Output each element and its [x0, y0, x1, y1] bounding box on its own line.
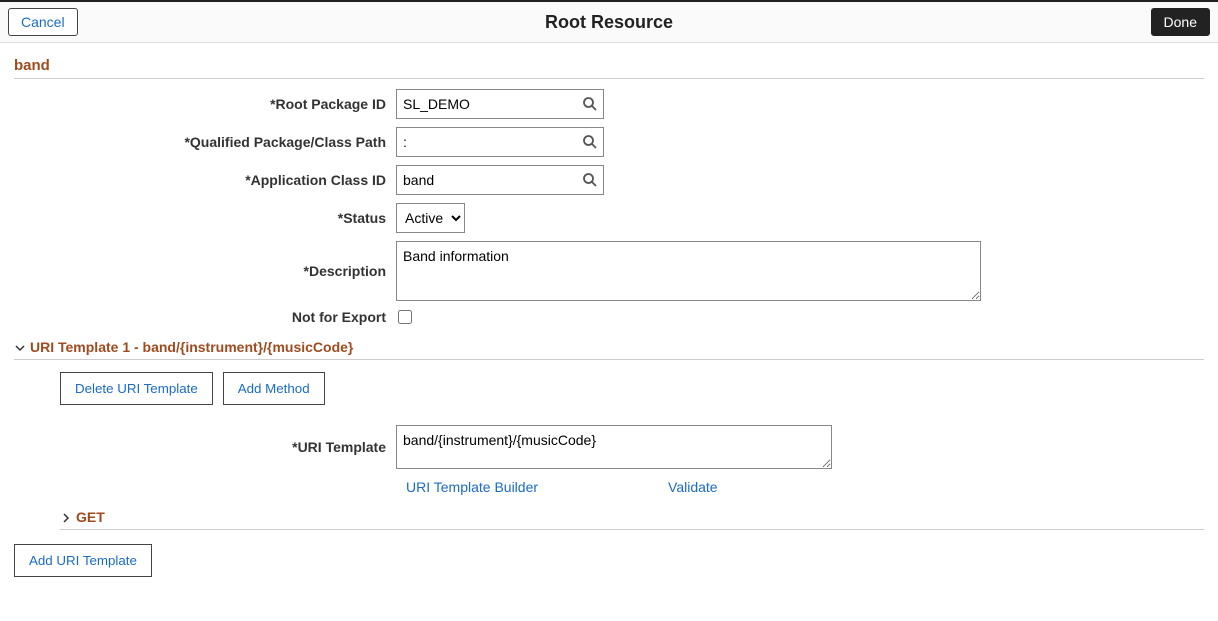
- app-class-id-lookup: [396, 165, 604, 195]
- divider: [14, 78, 1204, 79]
- description-label: *Description: [0, 263, 396, 279]
- done-button[interactable]: Done: [1151, 8, 1210, 36]
- root-package-id-lookup: [396, 89, 604, 119]
- qualified-path-label: *Qualified Package/Class Path: [0, 134, 396, 150]
- uri-template-buttons: Delete URI Template Add Method: [0, 360, 1218, 417]
- qualified-path-lookup: [396, 127, 604, 157]
- add-uri-template-button[interactable]: Add URI Template: [14, 544, 152, 577]
- row-status: *Status Active: [0, 203, 1218, 233]
- page-title: Root Resource: [545, 12, 673, 33]
- method-section-header[interactable]: GET: [0, 495, 1218, 529]
- footer-actions: Add URI Template: [0, 530, 1218, 591]
- row-root-package-id: *Root Package ID: [0, 89, 1218, 119]
- row-uri-template: *URI Template: [0, 425, 1218, 469]
- row-qualified-path: *Qualified Package/Class Path: [0, 127, 1218, 157]
- header-bar: Cancel Root Resource Done: [0, 0, 1218, 43]
- app-class-id-input[interactable]: [396, 165, 604, 195]
- row-not-for-export: Not for Export: [0, 309, 1218, 325]
- not-for-export-label: Not for Export: [0, 309, 396, 325]
- search-icon[interactable]: [582, 172, 598, 188]
- app-class-id-label: *Application Class ID: [0, 172, 396, 188]
- uri-template-builder-link[interactable]: URI Template Builder: [406, 479, 538, 495]
- description-textarea[interactable]: [396, 241, 981, 301]
- uri-template-section-title: URI Template 1 - band/{instrument}/{musi…: [30, 339, 353, 355]
- delete-uri-template-button[interactable]: Delete URI Template: [60, 372, 213, 405]
- root-package-id-input[interactable]: [396, 89, 604, 119]
- uri-template-textarea[interactable]: [396, 425, 832, 469]
- method-section-title: GET: [76, 509, 105, 525]
- status-label: *Status: [0, 210, 396, 226]
- qualified-path-input[interactable]: [396, 127, 604, 157]
- validate-link[interactable]: Validate: [668, 479, 718, 495]
- search-icon[interactable]: [582, 134, 598, 150]
- uri-template-label: *URI Template: [0, 439, 396, 455]
- not-for-export-checkbox[interactable]: [398, 310, 412, 324]
- root-package-id-label: *Root Package ID: [0, 96, 396, 112]
- row-description: *Description: [0, 241, 1218, 301]
- status-select[interactable]: Active: [396, 203, 465, 233]
- add-method-button[interactable]: Add Method: [223, 372, 325, 405]
- uri-template-section-header[interactable]: URI Template 1 - band/{instrument}/{musi…: [0, 333, 1218, 359]
- chevron-down-icon: [14, 341, 26, 353]
- search-icon[interactable]: [582, 96, 598, 112]
- uri-template-links: URI Template Builder Validate: [0, 479, 1218, 495]
- cancel-button[interactable]: Cancel: [8, 8, 78, 36]
- row-app-class-id: *Application Class ID: [0, 165, 1218, 195]
- resource-heading: band: [0, 43, 1218, 78]
- chevron-right-icon: [60, 511, 72, 523]
